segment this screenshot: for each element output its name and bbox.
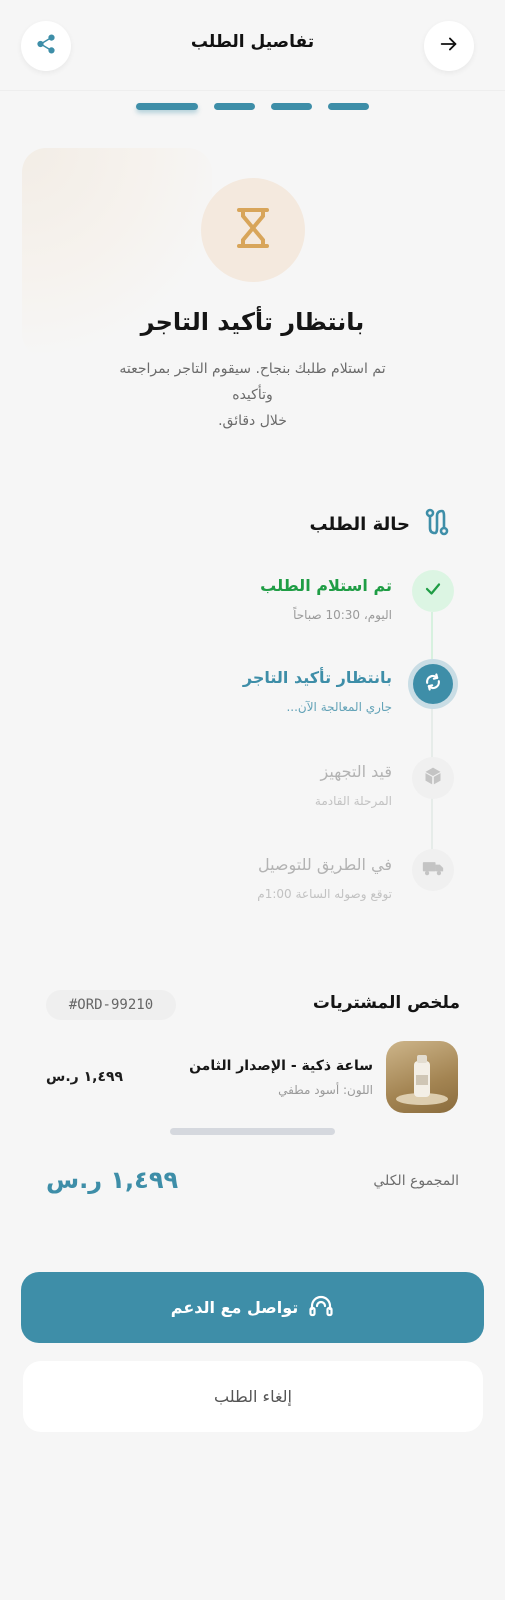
timeline-step-subtitle: توقع وصوله الساعة 1:00م (257, 887, 392, 901)
arrow-right-icon (438, 33, 460, 59)
product-name: ساعة ذكية - الإصدار الثامن (189, 1058, 373, 1074)
timeline-step-title: بانتظار تأكيد التاجر (242, 668, 392, 687)
timeline-node-done (412, 570, 454, 612)
cancel-order-label: إلغاء الطلب (214, 1387, 292, 1406)
hero-icon-circle (201, 178, 305, 282)
timeline-node-pending (412, 757, 454, 799)
timeline-node-current (408, 659, 458, 709)
total-value: ١,٤٩٩ ر.س (46, 1166, 179, 1194)
timeline-step-title: قيد التجهيز (320, 762, 392, 781)
page-title: تفاصيل الطلب (190, 32, 315, 52)
truck-icon (422, 859, 444, 881)
headset-icon (308, 1293, 334, 1323)
timeline-node-pending (412, 849, 454, 891)
hourglass-icon (233, 206, 273, 254)
stepper-segment (214, 103, 255, 110)
status-header: حالة الطلب (309, 508, 450, 540)
sync-icon (423, 672, 443, 696)
back-button[interactable] (424, 21, 474, 71)
stepper-segment (328, 103, 369, 110)
total-label: المجموع الكلي (373, 1173, 459, 1189)
contact-support-button[interactable]: تواصل مع الدعم (21, 1272, 484, 1343)
horizontal-scrollbar[interactable] (170, 1128, 335, 1135)
cancel-order-button[interactable]: إلغاء الطلب (23, 1361, 483, 1432)
timeline-step-subtitle: جاري المعالجة الآن... (286, 700, 392, 714)
timeline-connector (431, 798, 433, 850)
order-id-badge: #ORD-99210 (46, 990, 176, 1020)
stepper-segment-active (136, 103, 198, 110)
timeline-step-title: تم استلام الطلب (260, 576, 392, 595)
timeline-step-subtitle: المرحلة القادمة (314, 794, 392, 808)
stepper-segment (271, 103, 312, 110)
contact-support-label: تواصل مع الدعم (170, 1298, 299, 1317)
status-title: حالة الطلب (309, 513, 410, 535)
hero-description: تم استلام طلبك بنجاح. سيقوم التاجر بمراج… (100, 356, 405, 434)
share-icon (35, 33, 57, 59)
timeline-step-subtitle: اليوم، 10:30 صباحاً (293, 608, 392, 622)
timeline-connector (431, 612, 433, 662)
timeline-connector (431, 708, 433, 760)
product-variant: اللون: أسود مطفي (278, 1083, 373, 1097)
product-price: ١,٤٩٩ ر.س (46, 1069, 124, 1085)
summary-title: ملخص المشتريات (312, 993, 460, 1013)
route-icon (424, 508, 450, 540)
hero-description-line: خلال دقائق. (218, 413, 287, 429)
timeline-step-title: في الطريق للتوصيل (257, 855, 392, 874)
check-icon (424, 580, 442, 602)
package-icon (423, 766, 443, 790)
share-button[interactable] (21, 21, 71, 71)
header-divider (0, 90, 505, 91)
hero-title: بانتظار تأكيد التاجر (140, 308, 365, 336)
hero-description-line: تم استلام طلبك بنجاح. سيقوم التاجر بمراج… (119, 361, 386, 403)
product-thumbnail (386, 1041, 458, 1113)
timeline-node-current-inner (413, 664, 453, 704)
